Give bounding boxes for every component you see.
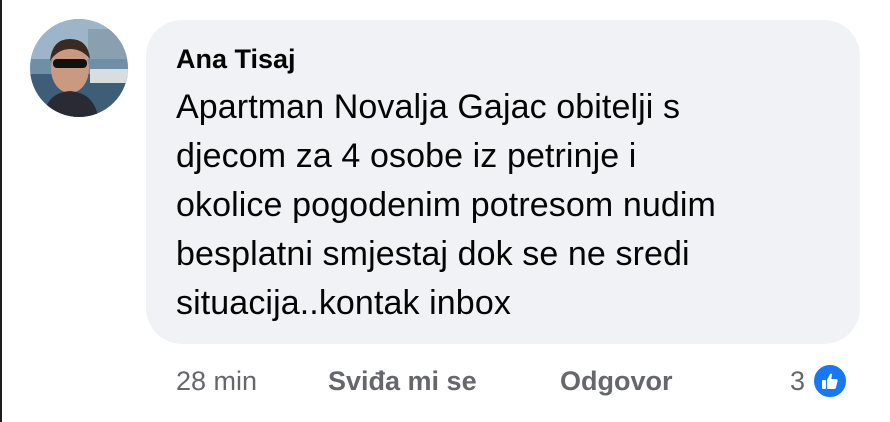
like-button[interactable]: Sviđa mi se [328,366,560,397]
profile-photo [30,19,128,117]
comment-timestamp[interactable]: 28 min [176,366,328,397]
thumbs-up-icon [811,362,850,400]
comment-author[interactable]: Ana Tisaj [176,41,840,77]
comment-text: Apartman Novalja Gajac obitelji s djecom… [176,88,716,322]
reaction-count: 3 [790,365,806,396]
avatar[interactable] [30,19,128,117]
screen-edge [0,0,2,422]
reaction-summary[interactable]: 3 [790,361,850,401]
comment-bubble: Ana Tisaj Apartman Novalja Gajac obitelj… [146,20,860,344]
reply-button[interactable]: Odgovor [560,366,673,397]
comment-actions: 28 min Sviđa mi se Odgovor [176,361,673,401]
